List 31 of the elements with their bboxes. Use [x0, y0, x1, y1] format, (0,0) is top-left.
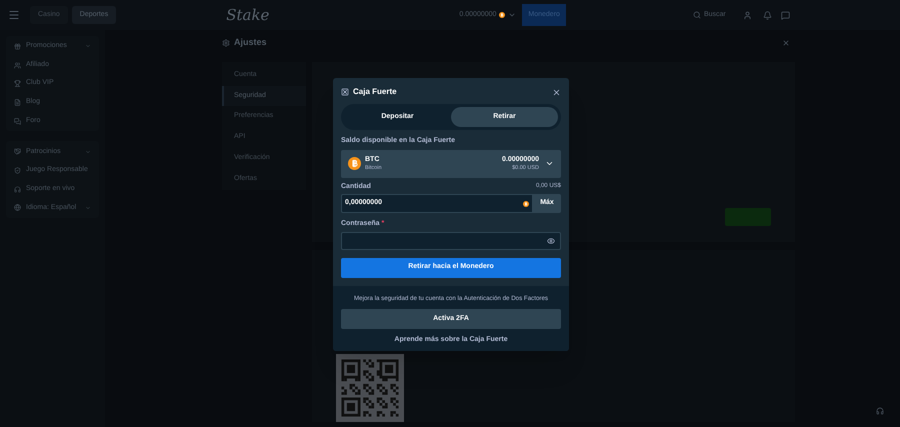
chevron-icon [545, 159, 554, 168]
password-input[interactable] [341, 232, 561, 250]
coin-icon [523, 200, 529, 206]
document-icon [14, 98, 21, 106]
close-icon[interactable] [552, 88, 561, 96]
users-icon [14, 62, 21, 69]
handshake-icon [14, 148, 21, 156]
menu-icon[interactable] [8, 9, 20, 21]
chevron-icon [85, 148, 91, 155]
chevron-icon [85, 204, 91, 211]
headset-icon[interactable] [876, 407, 884, 415]
chevron-icon [85, 43, 91, 50]
search-icon[interactable] [692, 11, 701, 19]
settings-icon [222, 39, 230, 47]
eye-icon[interactable] [547, 236, 555, 244]
logo[interactable]: Stake [226, 4, 270, 26]
trophy-icon [14, 80, 21, 88]
shield-icon [14, 166, 21, 174]
bell-icon[interactable] [762, 10, 772, 20]
modal-title: Caja Fuerte [353, 86, 397, 98]
vault-icon [341, 88, 349, 96]
headset-icon [14, 186, 21, 193]
bitcoin-icon [348, 157, 361, 170]
globe-icon [14, 204, 21, 212]
page-title: Ajustes [234, 36, 267, 50]
coin-icon [499, 12, 506, 18]
chat-icon[interactable] [780, 10, 790, 20]
gift-icon [14, 42, 21, 50]
user-icon[interactable] [742, 10, 752, 20]
chevron-icon[interactable] [508, 11, 516, 19]
chat-icon [14, 118, 21, 125]
